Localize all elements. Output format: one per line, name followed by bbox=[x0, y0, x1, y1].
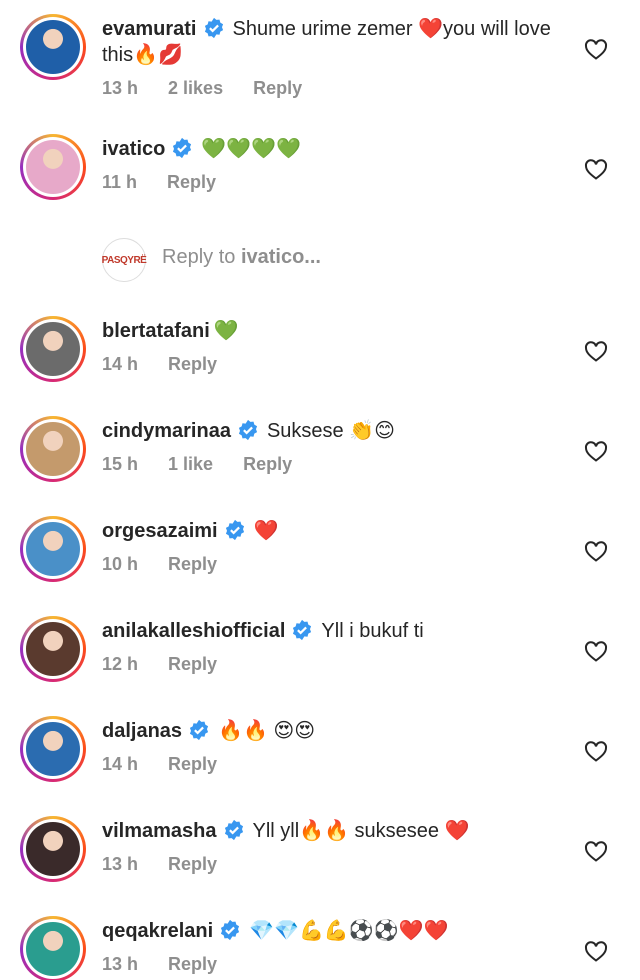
comment-item: evamurati Shume urime zemer ❤️you will lo… bbox=[0, 10, 640, 100]
like-heart-icon[interactable] bbox=[584, 540, 608, 562]
avatar-image bbox=[26, 140, 80, 194]
avatar-image bbox=[26, 622, 80, 676]
comment-username[interactable]: blertatafani bbox=[102, 320, 210, 342]
reply-composer[interactable]: PASQYRË Reply to ivatico... bbox=[102, 236, 542, 282]
reply-button[interactable]: Reply bbox=[168, 854, 217, 874]
avatar-image bbox=[26, 722, 80, 776]
avatar[interactable] bbox=[20, 616, 86, 682]
reply-button[interactable]: Reply bbox=[253, 78, 302, 98]
comment-item: orgesazaimi ❤️ 10 h Reply bbox=[0, 512, 640, 602]
reply-button[interactable]: Reply bbox=[168, 954, 217, 974]
like-heart-icon[interactable] bbox=[584, 440, 608, 462]
comment-username[interactable]: cindymarinaa bbox=[102, 420, 231, 442]
verified-badge-icon bbox=[225, 519, 244, 541]
verified-badge-icon bbox=[221, 919, 240, 941]
like-heart-icon[interactable] bbox=[584, 740, 608, 762]
comment-item: ivatico 💚💚💚💚 11 h Reply bbox=[0, 130, 640, 220]
comment-item: vilmamasha Yll yll🔥🔥 suksesee ❤️ 13 h Repl… bbox=[0, 812, 640, 902]
avatar[interactable] bbox=[20, 14, 86, 80]
avatar[interactable] bbox=[20, 416, 86, 482]
reply-button[interactable]: Reply bbox=[243, 454, 292, 474]
reply-button[interactable]: Reply bbox=[168, 754, 217, 774]
avatar-image bbox=[26, 422, 80, 476]
comment-text: Yll yll🔥🔥 suksesee ❤️ bbox=[252, 820, 470, 842]
avatar-image bbox=[26, 822, 80, 876]
comment-item: qeqakrelani 💎💎💪💪⚽⚽❤️❤️ 13 h Reply bbox=[0, 912, 640, 980]
comment-text: 💎💎💪💪⚽⚽❤️❤️ bbox=[249, 920, 449, 942]
avatar[interactable] bbox=[20, 716, 86, 782]
comment-time: 13 h bbox=[102, 954, 139, 974]
comment-username[interactable]: anilakalleshiofficial bbox=[102, 620, 285, 642]
comment-time: 14 h bbox=[102, 354, 139, 374]
comment-time: 15 h bbox=[102, 454, 139, 474]
avatar[interactable] bbox=[20, 516, 86, 582]
avatar-image bbox=[26, 20, 80, 74]
like-heart-icon[interactable] bbox=[584, 640, 608, 662]
comment-item: blertatafani 💚 14 h Reply bbox=[0, 312, 640, 402]
comments-feed: evamurati Shume urime zemer ❤️you will lo… bbox=[0, 0, 640, 980]
comment-text: ❤️ bbox=[253, 520, 279, 542]
comment-time: 14 h bbox=[102, 754, 139, 774]
comment-item: daljanas 🔥🔥 😍😍 14 h Reply bbox=[0, 712, 640, 802]
comment-item: cindymarinaa Suksese 👏😊 15 h 1 like Reply bbox=[0, 412, 640, 502]
comment-time: 13 h bbox=[102, 78, 139, 98]
comment-text: 🔥🔥 😍😍 bbox=[218, 720, 316, 742]
reply-button[interactable]: Reply bbox=[168, 654, 217, 674]
avatar[interactable] bbox=[20, 316, 86, 382]
verified-badge-icon bbox=[238, 419, 258, 441]
avatar-image bbox=[26, 922, 80, 976]
verified-badge-icon bbox=[224, 819, 243, 841]
comment-username[interactable]: evamurati bbox=[102, 18, 197, 40]
avatar-image bbox=[26, 522, 80, 576]
comment-time: 11 h bbox=[102, 172, 138, 192]
comment-username[interactable]: orgesazaimi bbox=[102, 520, 218, 542]
comment-likes[interactable]: 2 likes bbox=[168, 78, 223, 98]
verified-badge-icon bbox=[204, 17, 223, 39]
like-heart-icon[interactable] bbox=[584, 158, 608, 180]
comment-item: anilakalleshiofficial Yll i bukuf ti 12 h… bbox=[0, 612, 640, 702]
reply-button[interactable]: Reply bbox=[168, 354, 217, 374]
reply-button[interactable]: Reply bbox=[168, 554, 217, 574]
avatar-image bbox=[26, 322, 80, 376]
comment-username[interactable]: ivatico bbox=[102, 138, 165, 160]
like-heart-icon[interactable] bbox=[584, 840, 608, 862]
comment-likes[interactable]: 1 like bbox=[168, 454, 213, 474]
comment-username[interactable]: daljanas bbox=[102, 720, 182, 742]
reply-input-placeholder[interactable]: Reply to ivatico... bbox=[162, 246, 321, 269]
avatar[interactable] bbox=[20, 134, 86, 200]
like-heart-icon[interactable] bbox=[584, 340, 608, 362]
like-heart-icon[interactable] bbox=[584, 38, 608, 60]
verified-badge-icon bbox=[173, 137, 192, 159]
comment-text: 💚💚💚💚 bbox=[201, 138, 301, 160]
verified-badge-icon bbox=[293, 619, 312, 641]
comment-username[interactable]: vilmamasha bbox=[102, 820, 217, 842]
reply-button[interactable]: Reply bbox=[167, 172, 216, 192]
comment-time: 12 h bbox=[102, 654, 139, 674]
comment-text: 💚 bbox=[213, 320, 239, 342]
avatar[interactable] bbox=[20, 916, 86, 980]
comment-time: 10 h bbox=[102, 554, 139, 574]
comment-text: Suksese 👏😊 bbox=[266, 420, 395, 442]
verified-badge-icon bbox=[189, 719, 209, 741]
comment-text: Yll i bukuf ti bbox=[321, 620, 424, 642]
comment-time: 13 h bbox=[102, 854, 139, 874]
reply-avatar: PASQYRË bbox=[102, 238, 147, 282]
comment-username[interactable]: qeqakrelani bbox=[102, 920, 213, 942]
avatar[interactable] bbox=[20, 816, 86, 882]
like-heart-icon[interactable] bbox=[584, 940, 608, 962]
